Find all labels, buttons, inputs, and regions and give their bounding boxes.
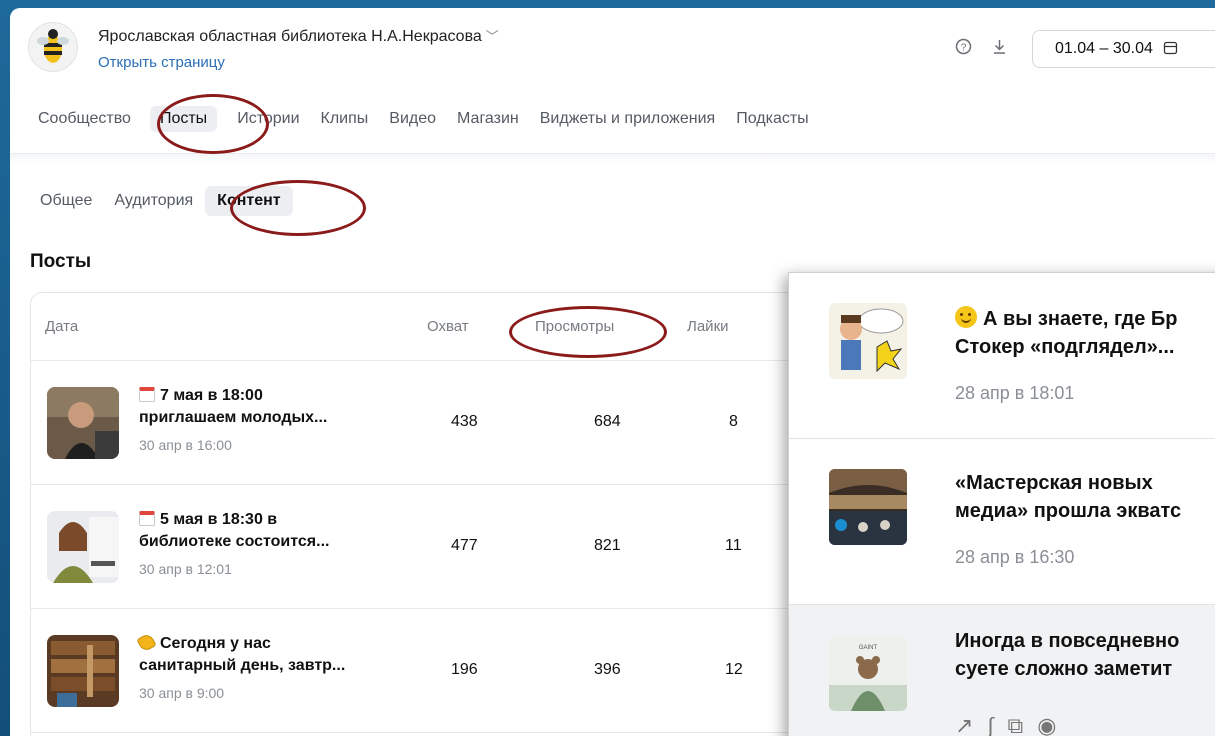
post-date: 28 апр в 18:01 bbox=[955, 383, 1075, 403]
column-views[interactable]: Просмотры bbox=[535, 318, 614, 335]
reach-value: 477 bbox=[451, 537, 478, 554]
post-title-line1: 5 мая в 18:30 в bbox=[160, 511, 278, 528]
post-title: 5 мая в 18:30 в библиотеке состоится... bbox=[139, 509, 379, 553]
column-likes[interactable]: Лайки bbox=[687, 318, 729, 335]
community-name-text: Ярославская областная библиотека Н.А.Нек… bbox=[98, 28, 482, 45]
reach-value: 438 bbox=[451, 413, 478, 430]
post-title-line1: А вы знаете, где Бр bbox=[983, 308, 1178, 330]
svg-text:?: ? bbox=[961, 43, 967, 54]
post-title-line1: Иногда в повседневно bbox=[955, 630, 1180, 652]
list-item[interactable]: GAINT Иногда в повседневно суете сложно … bbox=[789, 605, 1215, 736]
column-date[interactable]: Дата bbox=[45, 318, 78, 335]
smile-icon bbox=[955, 306, 977, 328]
tab-stories[interactable]: Истории bbox=[237, 106, 299, 132]
main-tabs: Сообщество Посты Истории Клипы Видео Маг… bbox=[38, 106, 830, 132]
post-title: 7 мая в 18:00 приглашаем молодых... bbox=[139, 385, 379, 429]
calendar-icon bbox=[139, 387, 155, 402]
likes-value: 8 bbox=[729, 413, 738, 430]
post-date: 30 апр в 12:01 bbox=[139, 561, 232, 577]
column-reach[interactable]: Охват bbox=[427, 318, 469, 335]
eye-icon[interactable]: ◉ bbox=[1037, 713, 1070, 736]
post-thumbnail bbox=[47, 635, 119, 707]
calendar-icon bbox=[139, 511, 155, 526]
post-actions: ↗∫⧉◉ bbox=[955, 713, 1070, 736]
tab-posts[interactable]: Посты bbox=[149, 106, 218, 132]
diamond-icon bbox=[136, 632, 157, 653]
post-title-line2: приглашаем молодых... bbox=[139, 409, 328, 426]
post-title: Иногда в повседневно суете сложно замети… bbox=[955, 627, 1179, 683]
post-thumbnail: GAINT bbox=[829, 635, 907, 711]
post-title-line2: медиа» прошла экватс bbox=[955, 500, 1182, 522]
post-thumbnail bbox=[829, 303, 907, 379]
zoomed-posts-panel: А вы знаете, где Бр Стокер «подглядел»..… bbox=[788, 272, 1215, 736]
link-icon[interactable]: ∫ bbox=[987, 713, 1007, 736]
post-title: Сегодня у нас санитарный день, завтр... bbox=[136, 632, 379, 677]
tab-community[interactable]: Сообщество bbox=[38, 106, 131, 132]
open-page-link[interactable]: Открыть страницу bbox=[98, 54, 225, 71]
post-date: 30 апр в 9:00 bbox=[139, 685, 225, 701]
views-value: 684 bbox=[594, 413, 621, 430]
community-avatar[interactable] bbox=[28, 22, 78, 72]
tab-widgets[interactable]: Виджеты и приложения bbox=[540, 106, 715, 132]
post-thumbnail bbox=[47, 511, 119, 583]
date-range-value: 01.04 – 30.04 bbox=[1055, 40, 1153, 57]
post-title-line1: «Мастерская новых bbox=[955, 472, 1153, 494]
post-title-line1: 7 мая в 18:00 bbox=[160, 387, 263, 404]
post-title-line2: суете сложно заметит bbox=[955, 658, 1173, 680]
share-icon[interactable]: ⧉ bbox=[1007, 713, 1037, 736]
tab-video[interactable]: Видео bbox=[389, 106, 436, 132]
trend-icon[interactable]: ↗ bbox=[955, 713, 987, 736]
community-name[interactable]: Ярославская областная библиотека Н.А.Нек… bbox=[98, 26, 499, 46]
subtab-general[interactable]: Общее bbox=[40, 186, 92, 216]
download-icon[interactable] bbox=[991, 38, 1008, 60]
likes-value: 12 bbox=[725, 661, 743, 678]
bee-logo-icon bbox=[37, 29, 69, 63]
app-window: Ярославская областная библиотека Н.А.Нек… bbox=[10, 8, 1215, 736]
tab-shop[interactable]: Магазин bbox=[457, 106, 519, 132]
likes-value: 11 bbox=[725, 537, 742, 554]
section-title: Посты bbox=[30, 251, 92, 272]
subtab-audience[interactable]: Аудитория bbox=[114, 186, 193, 216]
post-thumbnail bbox=[829, 469, 907, 545]
post-thumbnail bbox=[47, 387, 119, 459]
post-title-line1: Сегодня у нас bbox=[160, 635, 271, 652]
subtab-content[interactable]: Контент bbox=[205, 186, 293, 216]
post-title-line2: библиотеке состоится... bbox=[139, 533, 330, 550]
sub-tabs: Общее Аудитория Контент bbox=[40, 186, 315, 216]
reach-value: 196 bbox=[451, 661, 478, 678]
svg-text:GAINT: GAINT bbox=[859, 645, 878, 651]
date-range-picker[interactable]: 01.04 – 30.04 bbox=[1032, 30, 1215, 68]
post-title-line2: Стокер «подглядел»... bbox=[955, 336, 1175, 358]
tabs-divider bbox=[10, 153, 1215, 165]
calendar-icon bbox=[1163, 40, 1178, 60]
post-title: «Мастерская новых медиа» прошла экватс bbox=[955, 469, 1181, 525]
views-value: 396 bbox=[594, 661, 621, 678]
post-date: 28 апр в 16:30 bbox=[955, 547, 1075, 567]
header-actions: ? bbox=[955, 38, 1022, 60]
tab-podcasts[interactable]: Подкасты bbox=[736, 106, 808, 132]
views-value: 821 bbox=[594, 537, 621, 554]
post-title: А вы знаете, где Бр Стокер «подглядел»..… bbox=[955, 305, 1178, 361]
help-circle-icon[interactable]: ? bbox=[955, 38, 972, 60]
post-date: 30 апр в 16:00 bbox=[139, 437, 232, 453]
list-item[interactable]: А вы знаете, где Бр Стокер «подглядел»..… bbox=[789, 273, 1215, 439]
chevron-down-icon: ﹀ bbox=[485, 29, 499, 44]
list-item[interactable]: «Мастерская новых медиа» прошла экватс 2… bbox=[789, 439, 1215, 605]
tab-clips[interactable]: Клипы bbox=[321, 106, 369, 132]
post-title-line2: санитарный день, завтр... bbox=[139, 657, 346, 674]
